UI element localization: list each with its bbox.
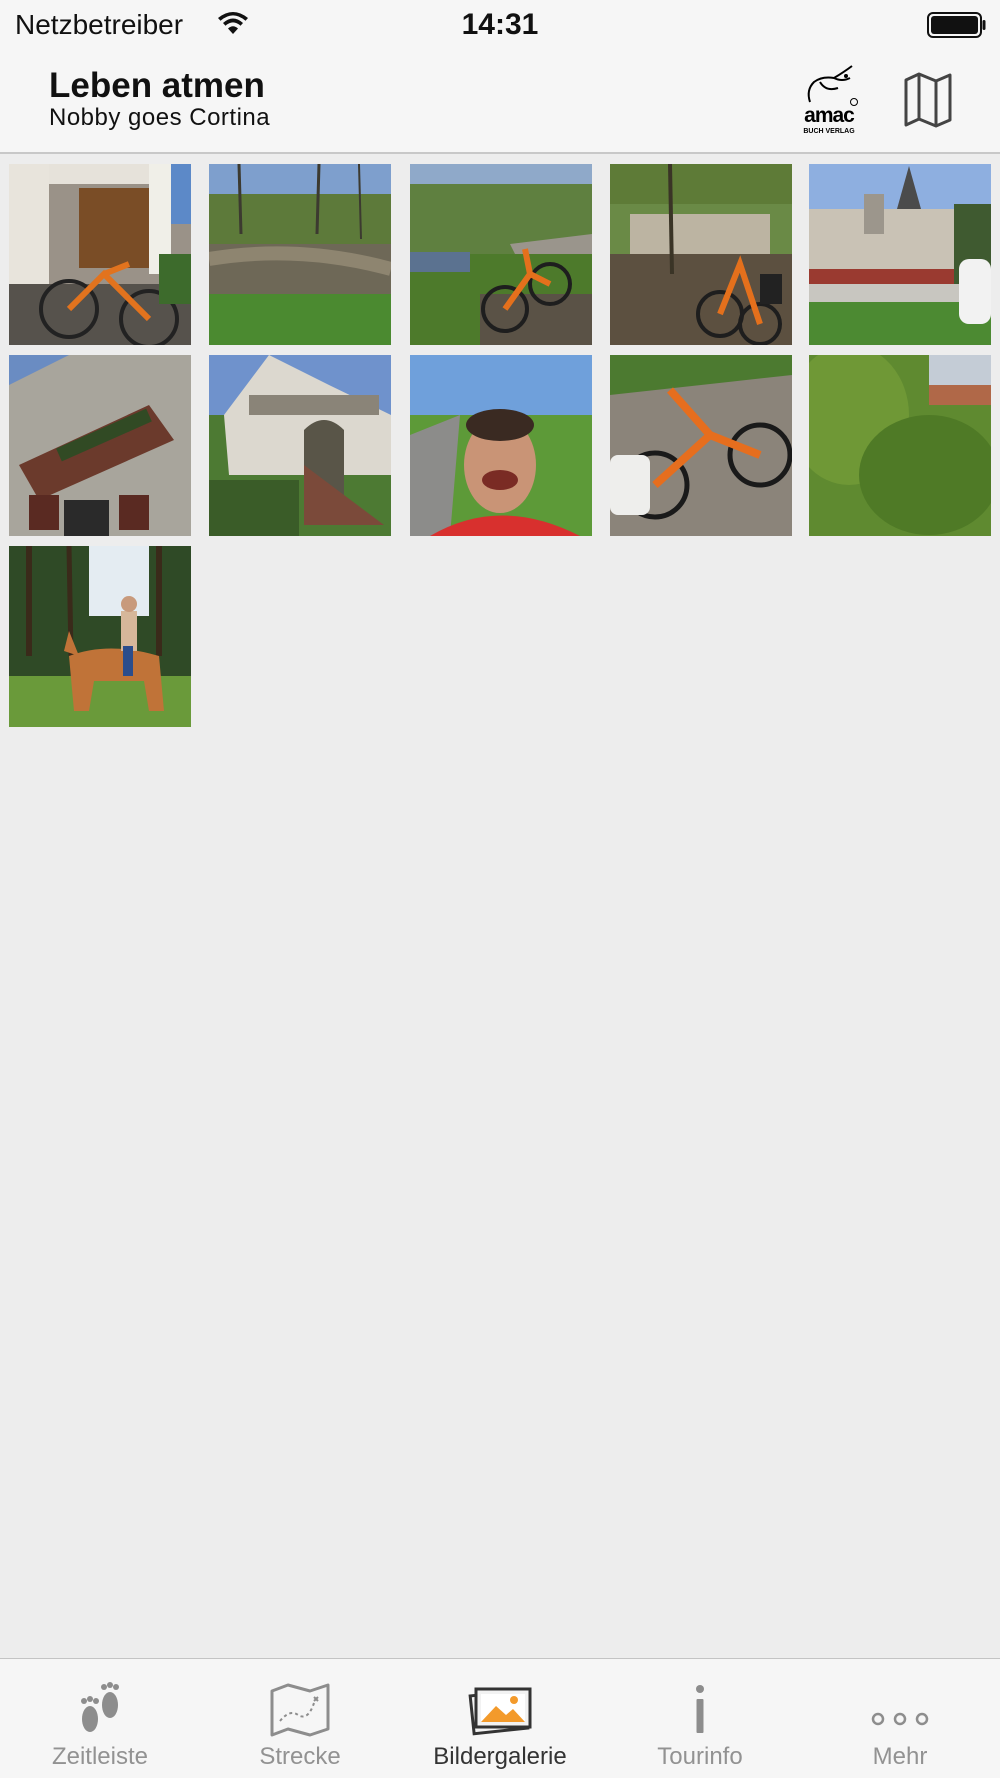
gallery-photo[interactable] bbox=[410, 164, 592, 345]
tab-tourinfo[interactable]: Tourinfo bbox=[600, 1659, 800, 1778]
tab-label: Bildergalerie bbox=[433, 1743, 567, 1770]
page-title: Leben atmen bbox=[49, 66, 265, 105]
brand-wordmark: amac bbox=[804, 104, 855, 127]
tab-bar: Zeitleiste Strecke Bildergalerie Tourinf… bbox=[0, 1658, 1000, 1778]
tab-label: Zeitleiste bbox=[51, 1743, 149, 1770]
map-icon[interactable] bbox=[903, 72, 953, 128]
navigation-bar: Leben atmen Nobby goes Cortina amac BUCH… bbox=[0, 52, 1000, 154]
gallery-photo[interactable] bbox=[809, 164, 991, 345]
tab-mehr[interactable]: Mehr bbox=[800, 1659, 1000, 1778]
gallery-photo[interactable] bbox=[9, 355, 191, 536]
gallery-photo[interactable] bbox=[9, 164, 191, 345]
gallery-photo[interactable] bbox=[9, 546, 191, 727]
gallery-photo[interactable] bbox=[209, 355, 391, 536]
tab-zeitleiste[interactable]: Zeitleiste bbox=[0, 1659, 200, 1778]
page-subtitle: Nobby goes Cortina bbox=[49, 104, 271, 131]
gallery-photo[interactable] bbox=[410, 355, 592, 536]
battery-icon bbox=[927, 12, 987, 38]
gallery-photo[interactable] bbox=[610, 355, 792, 536]
tab-label: Strecke bbox=[259, 1743, 341, 1770]
tab-label: Tourinfo bbox=[657, 1743, 743, 1770]
gallery-photo[interactable] bbox=[809, 355, 991, 536]
footprints-icon bbox=[66, 1679, 134, 1741]
tab-bildergalerie[interactable]: Bildergalerie bbox=[400, 1659, 600, 1778]
photo-gallery-icon bbox=[466, 1679, 534, 1741]
gallery-photo[interactable] bbox=[610, 164, 792, 345]
more-dots-icon bbox=[866, 1679, 934, 1741]
tab-label: Mehr bbox=[872, 1743, 928, 1770]
amac-logo-button[interactable]: amac BUCH VERLAG bbox=[800, 62, 864, 140]
brand-subtext: BUCH VERLAG bbox=[803, 128, 855, 135]
tab-strecke[interactable]: Strecke bbox=[200, 1659, 400, 1778]
status-bar: Netzbetreiber 14:31 bbox=[0, 0, 1000, 52]
route-map-icon bbox=[266, 1679, 334, 1741]
gallery-photo[interactable] bbox=[209, 164, 391, 345]
info-icon bbox=[666, 1679, 734, 1741]
status-time: 14:31 bbox=[461, 8, 539, 41]
